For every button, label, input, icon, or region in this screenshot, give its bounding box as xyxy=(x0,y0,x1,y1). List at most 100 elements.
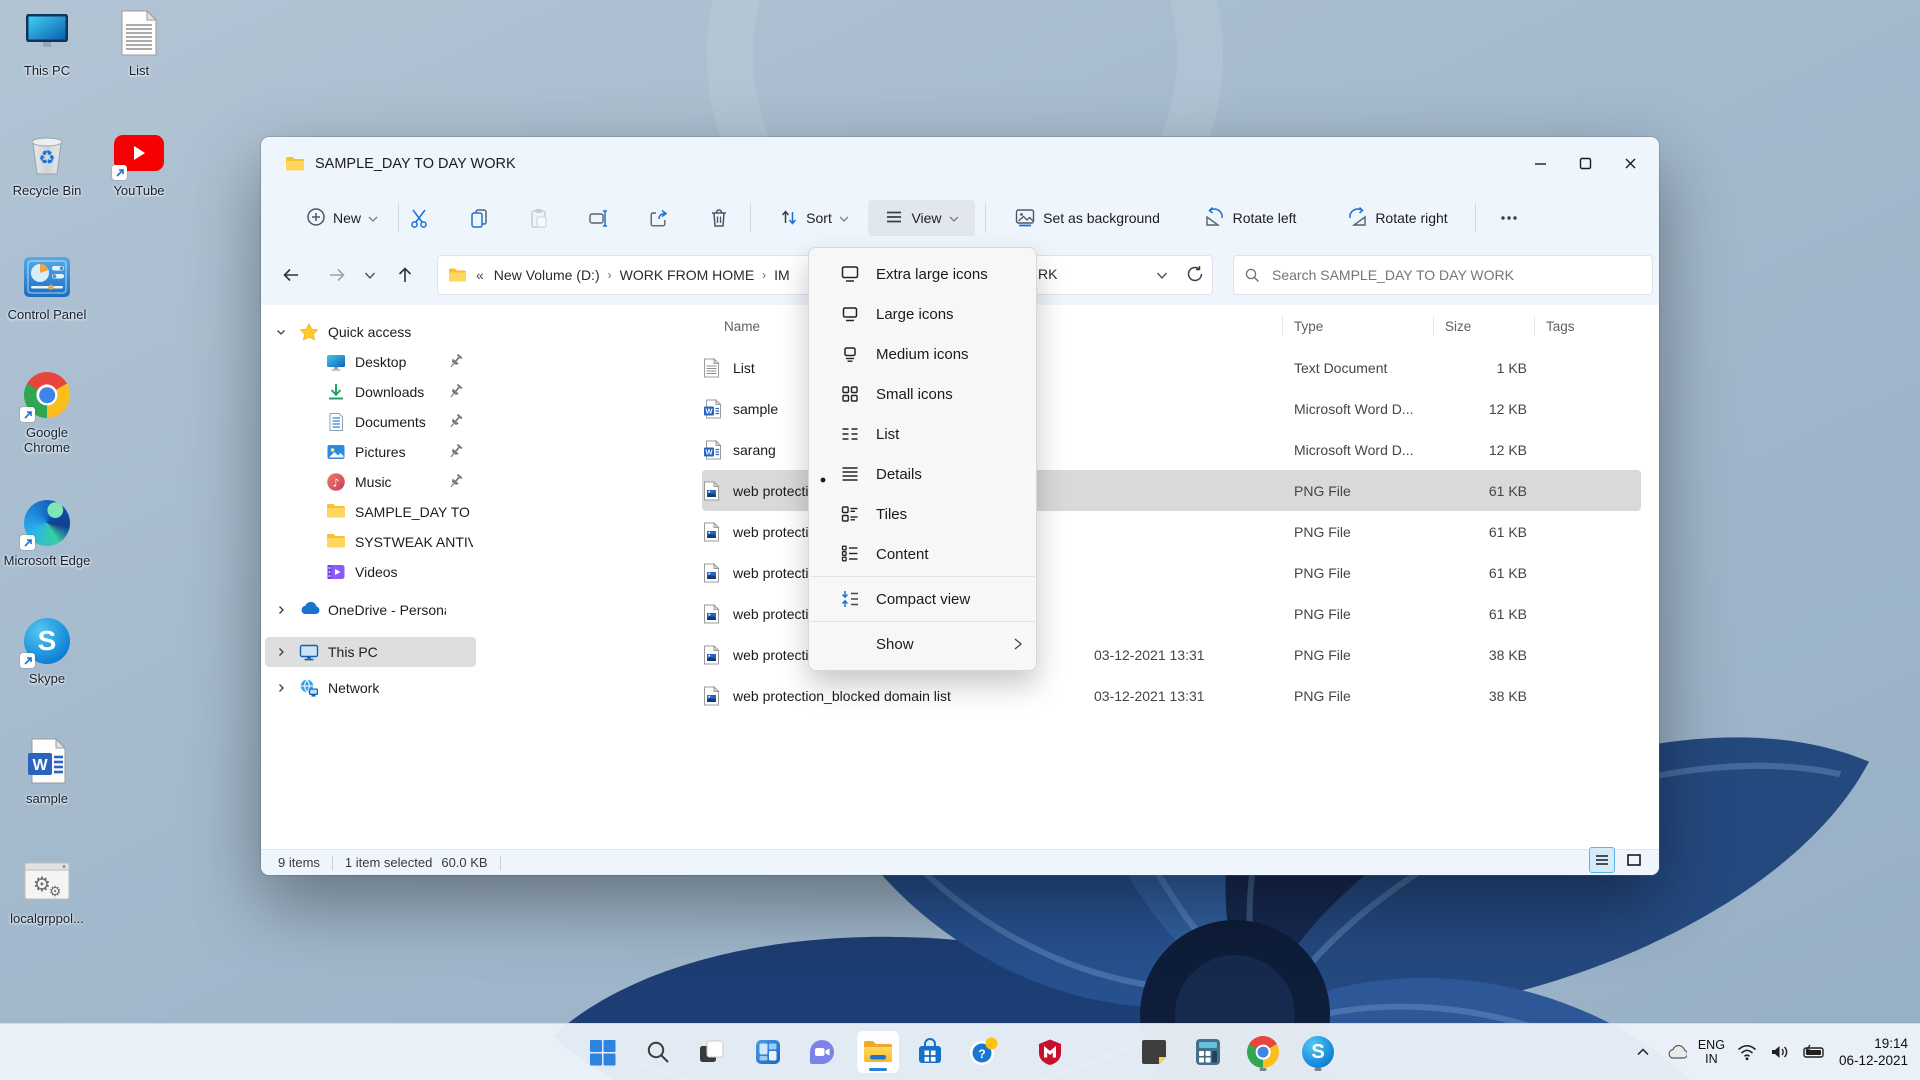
sidebar-item-network[interactable]: Network xyxy=(265,673,476,703)
desktop-icon-list[interactable]: List xyxy=(93,8,185,78)
menu-item-small-icons[interactable]: Small icons xyxy=(809,374,1036,414)
details-view-toggle[interactable] xyxy=(1589,847,1615,873)
taskbar-store-button[interactable] xyxy=(909,1031,951,1073)
expander-chevron-icon[interactable] xyxy=(273,644,289,660)
sidebar-item-this-pc[interactable]: This PC xyxy=(265,637,476,667)
taskbar-calculator-button[interactable] xyxy=(1187,1031,1229,1073)
taskbar-sticky-notes-button[interactable] xyxy=(1133,1031,1175,1073)
set-as-background-button[interactable]: Set as background xyxy=(997,200,1177,236)
file-row[interactable]: web protection_blocked domain list 03-12… xyxy=(702,675,1641,716)
menu-item-tiles[interactable]: Tiles xyxy=(809,494,1036,534)
sort-button[interactable]: Sort xyxy=(766,200,862,236)
back-button[interactable] xyxy=(273,257,309,293)
sidebar-item-pictures[interactable]: Pictures xyxy=(265,437,476,467)
rotate-right-button[interactable]: Rotate right xyxy=(1333,200,1461,236)
column-header-type[interactable]: Type xyxy=(1282,315,1433,337)
desktop-icon-skype[interactable]: S Skype xyxy=(1,616,93,686)
desktop-icon-label: This PC xyxy=(23,63,71,78)
search-box[interactable]: Search SAMPLE_DAY TO DAY WORK xyxy=(1233,255,1653,295)
desktop-icon-sample[interactable]: W sample xyxy=(1,736,93,806)
sidebar-item-desktop[interactable]: Desktop xyxy=(265,347,476,377)
rotate-left-button[interactable]: Rotate left xyxy=(1191,200,1309,236)
taskbar-task-view-button[interactable] xyxy=(691,1031,733,1073)
taskbar-skype-button[interactable]: S xyxy=(1297,1031,1339,1073)
menu-item-large-icons[interactable]: Large icons xyxy=(809,294,1036,334)
file-png-icon xyxy=(703,644,723,665)
desktop-icon-microsoft-edge[interactable]: Microsoft Edge xyxy=(1,498,93,568)
sidebar-item-documents[interactable]: Documents xyxy=(265,407,476,437)
desktop-icon-youtube[interactable]: YouTube xyxy=(93,128,185,198)
sidebar-item-systweak-antivir[interactable]: SYSTWEAK ANTIVIR xyxy=(265,527,476,557)
taskbar-search-button[interactable] xyxy=(637,1031,679,1073)
menu-item-content[interactable]: Content xyxy=(809,534,1036,574)
clock[interactable]: 19:14 06-12-2021 xyxy=(1839,1035,1908,1069)
file-word-icon: W xyxy=(703,398,723,419)
copy-button[interactable] xyxy=(461,200,497,236)
file-name: sarang xyxy=(733,441,776,458)
desktop-icon-google-chrome[interactable]: Google Chrome xyxy=(1,370,93,455)
large-thumbnails-view-toggle[interactable] xyxy=(1621,847,1647,873)
sidebar-item-videos[interactable]: Videos xyxy=(265,557,476,587)
taskbar-chrome-button[interactable] xyxy=(1242,1031,1284,1073)
view-button[interactable]: View xyxy=(868,200,975,236)
desktop-icon-recycle-bin[interactable]: ♻ Recycle Bin xyxy=(1,128,93,198)
menu-item-label: Details xyxy=(876,465,922,483)
cut-button[interactable] xyxy=(401,200,437,236)
new-button[interactable]: New xyxy=(294,200,390,236)
folder-icon xyxy=(285,155,305,173)
address-dropdown-icon[interactable] xyxy=(1156,267,1168,283)
taskbar-get-help-button[interactable]: ? xyxy=(962,1031,1004,1073)
maximize-button[interactable] xyxy=(1563,143,1608,183)
desktop-icon-this-pc[interactable]: This PC xyxy=(1,8,93,78)
tray-chevron-up-icon[interactable] xyxy=(1632,1041,1654,1063)
breadcrumb-segment[interactable]: IM xyxy=(774,267,790,283)
recent-locations-button[interactable] xyxy=(359,257,381,293)
close-button[interactable] xyxy=(1608,143,1653,183)
column-header-date[interactable] xyxy=(1072,315,1282,337)
see-more-button[interactable] xyxy=(1489,200,1529,236)
sidebar-item-music[interactable]: ♪ Music xyxy=(265,467,476,497)
sidebar-item-quick-access[interactable]: Quick access xyxy=(265,317,476,347)
forward-button[interactable] xyxy=(319,257,355,293)
taskbar-start-button[interactable] xyxy=(581,1031,623,1073)
taskbar-mcafee-button[interactable] xyxy=(1029,1031,1071,1073)
minimize-button[interactable] xyxy=(1518,143,1563,183)
menu-item-compact-view[interactable]: Compact view xyxy=(809,579,1036,619)
onedrive-cloud-icon[interactable] xyxy=(1665,1041,1687,1063)
battery-charging-icon[interactable] xyxy=(1802,1041,1824,1063)
breadcrumb-segment[interactable]: New Volume (D:) xyxy=(494,267,600,283)
menu-item-show[interactable]: Show xyxy=(809,624,1036,664)
refresh-icon[interactable] xyxy=(1186,265,1204,286)
menu-item-list[interactable]: List xyxy=(809,414,1036,454)
sidebar-item-onedrive-personal[interactable]: OneDrive - Personal xyxy=(265,595,476,625)
sidebar-item-sample-day-to-da[interactable]: SAMPLE_DAY TO DA xyxy=(265,497,476,527)
column-header-size[interactable]: Size xyxy=(1433,315,1534,337)
paste-button[interactable] xyxy=(521,200,557,236)
share-button[interactable] xyxy=(641,200,677,236)
file-type: PNG File xyxy=(1294,605,1351,622)
expander-chevron-icon[interactable] xyxy=(273,680,289,696)
menu-item-medium-icons[interactable]: Medium icons xyxy=(809,334,1036,374)
svg-text:⚙: ⚙ xyxy=(49,884,62,900)
wifi-icon[interactable] xyxy=(1736,1041,1758,1063)
breadcrumb-segment[interactable]: WORK FROM HOME xyxy=(620,267,755,283)
menu-separator xyxy=(810,621,1035,622)
rename-button[interactable] xyxy=(581,200,617,236)
volume-icon[interactable] xyxy=(1769,1041,1791,1063)
up-button[interactable] xyxy=(387,257,423,293)
titlebar[interactable]: SAMPLE_DAY TO DAY WORK xyxy=(261,137,1659,190)
column-header-tags[interactable]: Tags xyxy=(1534,315,1641,337)
desktop-icon-localgrppol-[interactable]: ⚙ ⚙ localgrppol... xyxy=(1,856,93,926)
delete-button[interactable] xyxy=(701,200,737,236)
taskbar-file-explorer-button[interactable] xyxy=(857,1031,899,1073)
language-indicator[interactable]: ENG IN xyxy=(1698,1038,1725,1066)
taskbar-widgets-button[interactable] xyxy=(747,1031,789,1073)
desktop-icon-control-panel[interactable]: Control Panel xyxy=(1,252,93,322)
collapsed-crumbs[interactable]: « xyxy=(476,267,484,283)
menu-item-extra-large-icons[interactable]: Extra large icons xyxy=(809,254,1036,294)
sidebar-item-downloads[interactable]: Downloads xyxy=(265,377,476,407)
menu-item-details[interactable]: Details xyxy=(809,454,1036,494)
expander-chevron-icon[interactable] xyxy=(273,324,289,340)
taskbar-chat-button[interactable] xyxy=(801,1031,843,1073)
expander-chevron-icon[interactable] xyxy=(273,602,289,618)
